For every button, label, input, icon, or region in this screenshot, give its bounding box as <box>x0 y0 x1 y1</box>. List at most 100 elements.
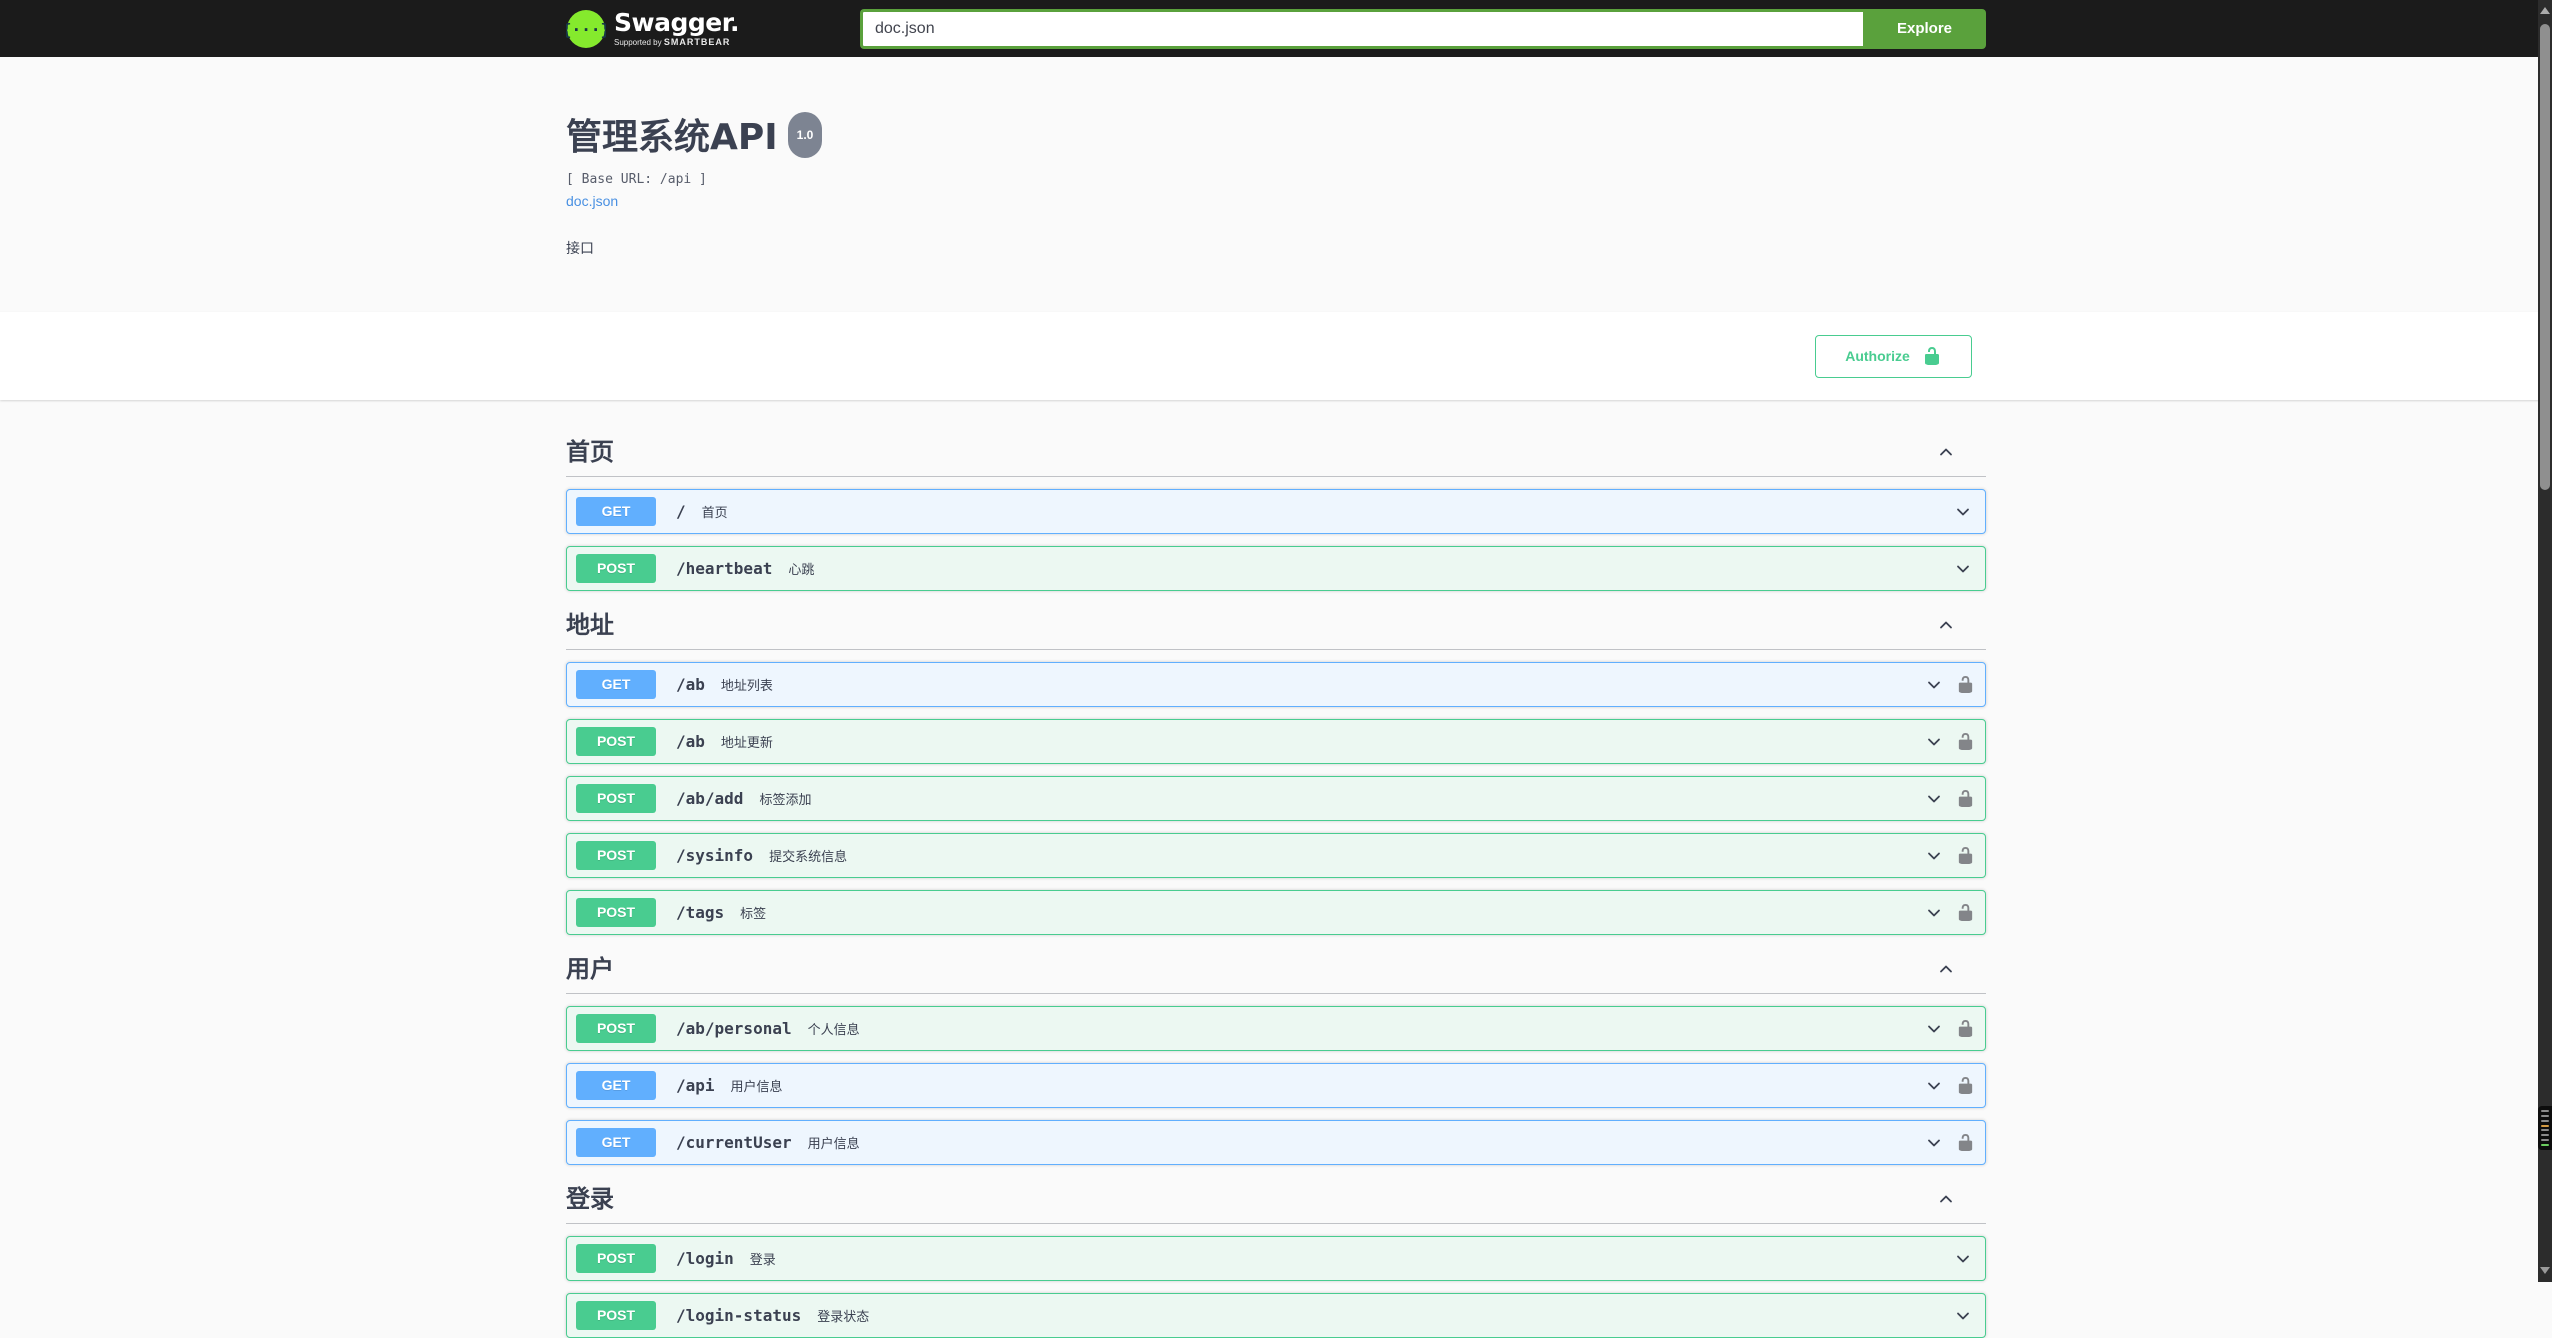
explore-button[interactable]: Explore <box>1863 8 1986 49</box>
chevron-down-icon[interactable] <box>1953 559 1973 579</box>
chevron-down-icon[interactable] <box>1924 789 1944 809</box>
operation-row[interactable]: POST/login 登录 <box>566 1236 1986 1281</box>
method-badge: POST <box>576 784 656 813</box>
operation-path: / <box>676 502 686 521</box>
chevron-up-icon[interactable] <box>1936 442 1956 462</box>
chevron-down-icon[interactable] <box>1924 1133 1944 1153</box>
chevron-up-icon[interactable] <box>1936 1189 1956 1209</box>
tag-section-header[interactable]: 登录 <box>566 1185 1986 1224</box>
operation-summary: 登录状态 <box>817 1309 870 1324</box>
method-badge: POST <box>576 1244 656 1273</box>
lock-icon[interactable] <box>1956 1076 1975 1096</box>
operations-group: POST/login 登录 POST/login-status 登录状态 <box>566 1236 1986 1338</box>
operation-row[interactable]: POST/ab/personal 个人信息 <box>566 1006 1986 1051</box>
operation-row[interactable]: POST/sysinfo 提交系统信息 <box>566 833 1986 878</box>
operation-row[interactable]: GET / 首页 <box>566 489 1986 534</box>
lock-icon[interactable] <box>1956 1019 1975 1039</box>
api-tag-section: 地址 GET/ab 地址列表 POST/ab 地址更新 POST/ab/add 标签添加 PO… <box>566 611 1986 935</box>
base-url: [ Base URL: /api ] <box>566 172 707 187</box>
operation-path: /ab <box>676 675 705 694</box>
scroll-annotation-dash <box>2541 1124 2549 1127</box>
unlock-icon <box>1924 347 1939 365</box>
method-badge: POST <box>576 841 656 870</box>
operation-summary: 标签添加 <box>759 792 812 807</box>
scroll-annotations <box>2538 1106 2552 1150</box>
operation-row[interactable]: POST/ab 地址更新 <box>566 719 1986 764</box>
operation-row[interactable]: GET/api 用户信息 <box>566 1063 1986 1108</box>
scrollbar-up-arrow-icon[interactable] <box>2540 7 2550 14</box>
lock-icon[interactable] <box>1956 732 1975 752</box>
chevron-up-icon[interactable] <box>1936 615 1956 635</box>
logo-tagline: Supported by SMARTBEAR <box>614 37 731 47</box>
chevron-down-icon[interactable] <box>1953 1306 1973 1326</box>
operation-path: /sysinfo <box>676 846 754 865</box>
scrollbar-thumb[interactable] <box>2540 24 2550 490</box>
chevron-down-icon[interactable] <box>1924 675 1944 695</box>
operation-row[interactable]: GET/currentUser 用户信息 <box>566 1120 1986 1165</box>
lock-icon[interactable] <box>1956 1133 1975 1153</box>
chevron-down-icon[interactable] <box>1924 732 1944 752</box>
scroll-annotation-dash <box>2541 1139 2549 1142</box>
operation-summary: 提交系统信息 <box>769 849 848 864</box>
lock-icon[interactable] <box>1956 846 1975 866</box>
operation-summary: 用户信息 <box>807 1136 860 1151</box>
info-section: 管理系统API 1.0 [ Base URL: /api ] doc.json 接… <box>0 57 2552 312</box>
chevron-down-icon[interactable] <box>1953 502 1973 522</box>
tag-section-header[interactable]: 地址 <box>566 611 1986 650</box>
version-badge: 1.0 <box>787 112 823 158</box>
authorize-button[interactable]: Authorize <box>1815 334 1972 378</box>
operation-path: /api <box>676 1076 715 1095</box>
operation-path: /login-status <box>676 1306 802 1325</box>
lock-icon[interactable] <box>1956 789 1975 809</box>
tag-title: 地址 <box>566 611 614 639</box>
scroll-annotation-dash <box>2541 1143 2549 1146</box>
operation-summary: 标签 <box>740 906 767 921</box>
operation-path: /login <box>676 1249 734 1268</box>
method-badge: POST <box>576 727 656 756</box>
operation-row[interactable]: POST/login-status 登录状态 <box>566 1293 1986 1338</box>
scheme-container: Authorize <box>0 312 2552 400</box>
operations-group: POST/ab/personal 个人信息 GET/api 用户信息 GET/curre… <box>566 1006 1986 1165</box>
operation-row[interactable]: POST/tags 标签 <box>566 890 1986 935</box>
chevron-up-icon[interactable] <box>1936 959 1956 979</box>
api-tag-section: 首页 GET / 首页 POST/heartbeat 心跳 <box>566 438 1986 591</box>
scrollbar[interactable] <box>2538 0 2552 1282</box>
spec-url-input[interactable] <box>860 8 1863 49</box>
tag-section-header[interactable]: 用户 <box>566 955 1986 994</box>
method-badge: GET <box>576 1128 656 1157</box>
logo-title: Swagger. <box>614 8 739 37</box>
method-badge: POST <box>576 554 656 583</box>
operation-row[interactable]: POST/ab/add 标签添加 <box>566 776 1986 821</box>
tag-section-header[interactable]: 首页 <box>566 438 1986 477</box>
method-badge: POST <box>576 1014 656 1043</box>
operation-row[interactable]: POST/heartbeat 心跳 <box>566 546 1986 591</box>
operation-summary: 心跳 <box>788 562 815 577</box>
chevron-down-icon[interactable] <box>1924 903 1944 923</box>
operation-path: /tags <box>676 903 725 922</box>
tag-title: 用户 <box>566 955 614 983</box>
operation-summary: 用户信息 <box>730 1079 783 1094</box>
operation-summary: 登录 <box>749 1252 776 1267</box>
scroll-annotation-dash <box>2541 1129 2549 1132</box>
scrollbar-down-arrow-icon[interactable] <box>2540 1267 2550 1274</box>
operation-summary: 地址列表 <box>720 678 773 693</box>
operation-row[interactable]: GET/ab 地址列表 <box>566 662 1986 707</box>
operation-path: /currentUser <box>676 1133 792 1152</box>
scroll-annotation-dash <box>2541 1114 2549 1117</box>
spec-link[interactable]: doc.json <box>566 193 618 209</box>
topbar: {···} Swagger. Supported by SMARTBEAR Ex… <box>0 0 2552 57</box>
tag-title: 首页 <box>566 438 614 466</box>
operations-group: GET / 首页 POST/heartbeat 心跳 <box>566 489 1986 591</box>
lock-icon[interactable] <box>1956 675 1975 695</box>
operation-path: /ab <box>676 732 705 751</box>
chevron-down-icon[interactable] <box>1924 1019 1944 1039</box>
chevron-down-icon[interactable] <box>1924 846 1944 866</box>
lock-icon[interactable] <box>1956 903 1975 923</box>
chevron-down-icon[interactable] <box>1924 1076 1944 1096</box>
authorize-label: Authorize <box>1845 348 1910 364</box>
swagger-logo[interactable]: {···} Swagger. Supported by SMARTBEAR <box>566 9 739 49</box>
chevron-down-icon[interactable] <box>1953 1249 1973 1269</box>
operations-list: 首页 GET / 首页 POST/heartbeat 心跳地址 GET/ab 地址列表 POST… <box>566 438 1986 1338</box>
tag-title: 登录 <box>566 1185 614 1213</box>
method-badge: POST <box>576 1301 656 1330</box>
